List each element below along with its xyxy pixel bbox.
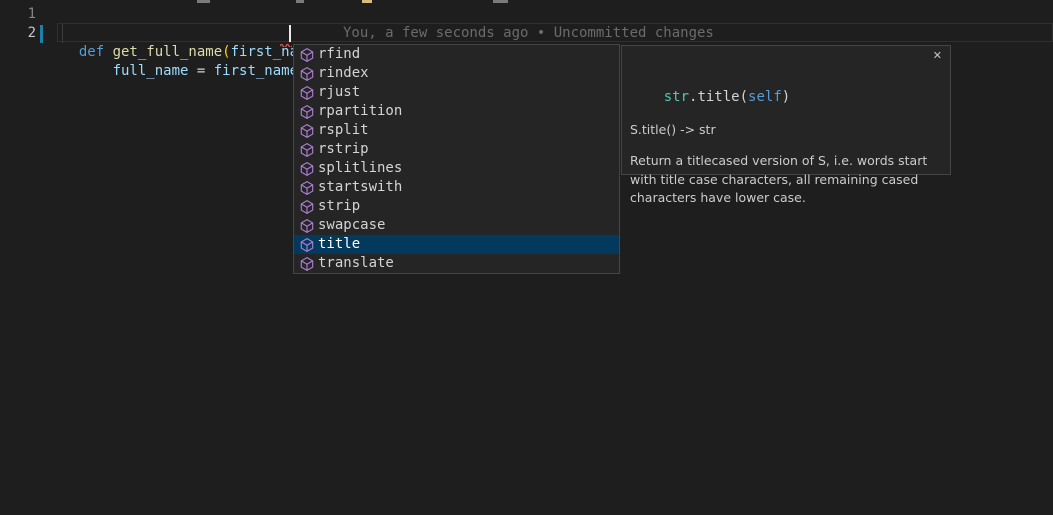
suggest-item-label: rstrip — [318, 140, 369, 159]
suggest-item[interactable]: translate — [294, 254, 619, 273]
method-icon — [299, 180, 315, 196]
error-squiggle — [280, 42, 292, 47]
line-number-1[interactable]: 1 — [0, 5, 36, 24]
breadcrumb-remnant — [296, 0, 304, 3]
method-icon — [299, 199, 315, 215]
suggest-item-label: swapcase — [318, 216, 385, 235]
suggest-item-label: rsplit — [318, 121, 369, 140]
suggest-widget: rfind rindex rjust — [293, 44, 620, 274]
code-token: = — [188, 63, 213, 79]
suggest-item[interactable]: rfind — [294, 45, 619, 64]
docs-description-line: with title case characters, all remainin… — [630, 171, 942, 190]
suggest-item-label: translate — [318, 254, 394, 273]
gutter-modified-indicator — [40, 25, 43, 43]
signature-token: self — [748, 89, 782, 105]
code-token — [79, 63, 113, 79]
code-token: first_name — [214, 63, 298, 79]
code-token: full_name — [113, 63, 189, 79]
docs-type-line: S.title() -> str — [630, 120, 942, 139]
signature-token: ) — [782, 89, 790, 105]
breadcrumb-remnant — [362, 0, 372, 3]
code-line-2[interactable]: full_name = first_name. — [62, 24, 306, 81]
blame-annotation: You, a few seconds ago • Uncommitted cha… — [343, 24, 714, 43]
suggest-item-label: rpartition — [318, 102, 402, 121]
suggest-item-label: rfind — [318, 45, 360, 64]
method-icon — [299, 47, 315, 63]
signature-token: str — [664, 89, 689, 105]
suggest-item[interactable]: rpartition — [294, 102, 619, 121]
text-cursor — [289, 25, 291, 42]
docs-description: Return a titlecased version of S, i.e. w… — [630, 152, 942, 208]
docs-description-line: Return a titlecased version of S, i.e. w… — [630, 152, 942, 171]
docs-description-line: characters have lower case. — [630, 189, 942, 208]
suggest-item[interactable]: startswith — [294, 178, 619, 197]
suggest-item[interactable]: splitlines — [294, 159, 619, 178]
signature-token: .title( — [689, 89, 748, 105]
suggest-item-label: strip — [318, 197, 360, 216]
method-icon — [299, 237, 315, 253]
suggest-item[interactable]: rsplit — [294, 121, 619, 140]
editor-surface[interactable]: 1 2 def get_full_name(first_name: str, l… — [0, 0, 1053, 515]
suggest-item[interactable]: strip — [294, 197, 619, 216]
breadcrumb-remnant — [197, 0, 210, 3]
suggest-item-label: splitlines — [318, 159, 402, 178]
docs-signature: str.title(self) — [630, 50, 942, 107]
suggest-item[interactable]: title — [294, 235, 619, 254]
method-icon — [299, 218, 315, 234]
method-icon — [299, 66, 315, 82]
method-icon — [299, 161, 315, 177]
docs-panel: ✕ str.title(self) S.title() -> str Retur… — [621, 45, 951, 175]
suggest-item-label: rindex — [318, 64, 369, 83]
method-icon — [299, 85, 315, 101]
line-number-2[interactable]: 2 — [0, 24, 36, 43]
suggest-item[interactable]: rstrip — [294, 140, 619, 159]
method-icon — [299, 256, 315, 272]
method-icon — [299, 142, 315, 158]
suggest-item-label: title — [318, 235, 360, 254]
suggest-item[interactable]: rindex — [294, 64, 619, 83]
method-icon — [299, 104, 315, 120]
suggest-item[interactable]: rjust — [294, 83, 619, 102]
suggest-item[interactable]: swapcase — [294, 216, 619, 235]
method-icon — [299, 123, 315, 139]
suggest-item-label: startswith — [318, 178, 402, 197]
suggest-item-label: rjust — [318, 83, 360, 102]
close-icon[interactable]: ✕ — [933, 49, 942, 62]
breadcrumb-remnant — [493, 0, 508, 3]
